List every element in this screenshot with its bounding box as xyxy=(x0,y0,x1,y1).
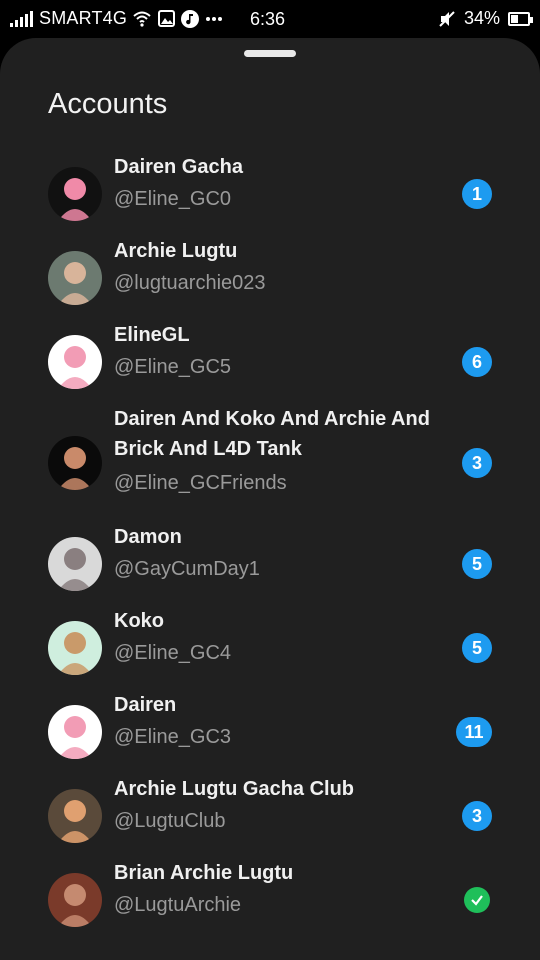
account-row[interactable]: Dairen And Koko And Archie And Brick And… xyxy=(0,402,540,520)
accounts-sheet: Accounts Dairen Gacha @Eline_GC0 1 Archie L… xyxy=(0,38,540,960)
account-row[interactable]: Dairen Gacha @Eline_GC0 1 xyxy=(0,150,540,234)
account-name: Dairen Gacha xyxy=(114,156,243,178)
unread-badge: 11 xyxy=(456,717,492,747)
account-name: Damon xyxy=(114,526,182,548)
account-handle: @LugtuClub xyxy=(114,810,226,832)
status-right: 34% xyxy=(438,8,533,29)
status-bar: SMART4G 6:36 34% xyxy=(0,0,540,38)
account-handle: @LugtuArchie xyxy=(114,894,242,916)
avatar xyxy=(48,873,102,927)
account-row[interactable]: Archie Lugtu @lugtuarchie023 xyxy=(0,234,540,318)
status-left: SMART4G xyxy=(10,8,223,29)
battery-percent: 34% xyxy=(463,8,500,28)
sheet-title: Accounts xyxy=(48,88,168,120)
music-note-icon xyxy=(181,9,200,28)
account-name: Archie Lugtu xyxy=(114,240,238,262)
avatar xyxy=(48,705,102,759)
wifi-icon xyxy=(133,10,151,28)
check-icon xyxy=(464,887,490,913)
account-handle: @Eline_GC4 xyxy=(114,642,232,664)
unread-badge: 6 xyxy=(462,347,492,377)
avatar xyxy=(48,436,102,490)
account-row[interactable]: Brian Archie Lugtu @LugtuArchie xyxy=(0,856,540,940)
account-row[interactable]: Koko @Eline_GC4 5 xyxy=(0,604,540,688)
unread-badge: 1 xyxy=(462,179,492,209)
image-icon xyxy=(157,10,175,28)
carrier-label: SMART4G xyxy=(39,8,128,28)
signal-icon xyxy=(10,10,33,27)
mute-icon xyxy=(438,10,456,28)
battery-icon xyxy=(508,11,533,26)
avatar xyxy=(48,789,102,843)
account-name: Brian Archie Lugtu xyxy=(114,862,294,884)
account-handle: @lugtuarchie023 xyxy=(114,272,266,294)
account-name: Archie Lugtu Gacha Club xyxy=(114,778,355,800)
unread-badge: 5 xyxy=(462,633,492,663)
avatar xyxy=(48,167,102,221)
account-row[interactable]: Damon @GayCumDay1 5 xyxy=(0,520,540,604)
account-handle: @Eline_GC0 xyxy=(114,188,232,210)
avatar xyxy=(48,335,102,389)
account-handle: @Eline_GC3 xyxy=(114,726,232,748)
unread-badge: 3 xyxy=(462,448,492,478)
avatar xyxy=(48,251,102,305)
account-row[interactable]: Archie Lugtu Gacha Club @LugtuClub 3 xyxy=(0,772,540,856)
account-handle: @Eline_GCFriends xyxy=(114,472,287,494)
account-name: ElineGL xyxy=(114,324,190,346)
account-row[interactable]: Dairen @Eline_GC3 11 xyxy=(0,688,540,772)
more-dots-icon xyxy=(205,10,223,28)
drag-handle[interactable] xyxy=(244,50,296,57)
avatar xyxy=(48,621,102,675)
account-name: Dairen And Koko And Archie And Brick And… xyxy=(114,408,430,460)
account-name: Dairen xyxy=(114,694,177,716)
avatar xyxy=(48,537,102,591)
account-row[interactable]: ElineGL @Eline_GC5 6 xyxy=(0,318,540,402)
account-handle: @GayCumDay1 xyxy=(114,558,260,580)
clock: 6:36 xyxy=(250,9,286,29)
account-handle: @Eline_GC5 xyxy=(114,356,232,378)
unread-badge: 3 xyxy=(462,801,492,831)
unread-badge: 5 xyxy=(462,549,492,579)
account-name: Koko xyxy=(114,610,164,632)
